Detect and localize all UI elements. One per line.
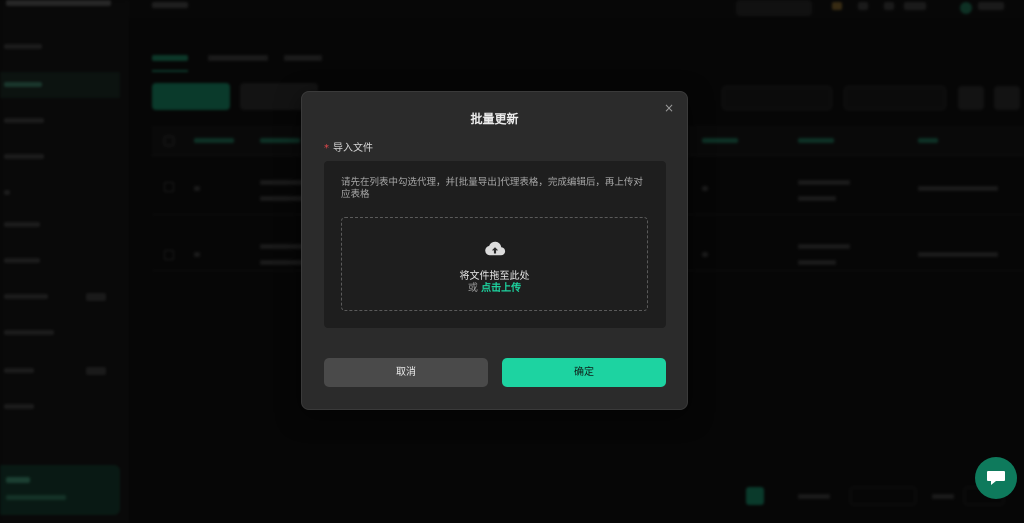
cloud-upload-icon [485,241,506,256]
click-upload-link[interactable]: 点击上传 [481,283,521,294]
dropzone-subtext: 或 点击上传 [342,279,647,294]
upload-panel: 请先在列表中勾选代理，并[批量导出]代理表格，完成编辑后，再上传对应表格 将文件… [324,161,666,328]
or-text: 或 [467,283,478,294]
upload-dropzone[interactable]: 将文件拖至此处 或 点击上传 [341,217,648,311]
chat-button[interactable] [975,457,1017,499]
cancel-button[interactable]: 取消 [324,358,488,387]
close-icon[interactable]: × [662,101,676,115]
required-mark: * [324,143,329,154]
chat-bubble-icon [987,471,1005,485]
batch-update-dialog: 批量更新 × * 导入文件 请先在列表中勾选代理，并[批量导出]代理表格，完成编辑… [301,91,688,410]
field-label-text: 导入文件 [333,143,373,154]
import-file-label: * 导入文件 [324,139,373,154]
dialog-title: 批量更新 [470,112,519,126]
upload-hint: 请先在列表中勾选代理，并[批量导出]代理表格，完成编辑后，再上传对应表格 [341,177,643,200]
confirm-button[interactable]: 确定 [502,358,666,387]
